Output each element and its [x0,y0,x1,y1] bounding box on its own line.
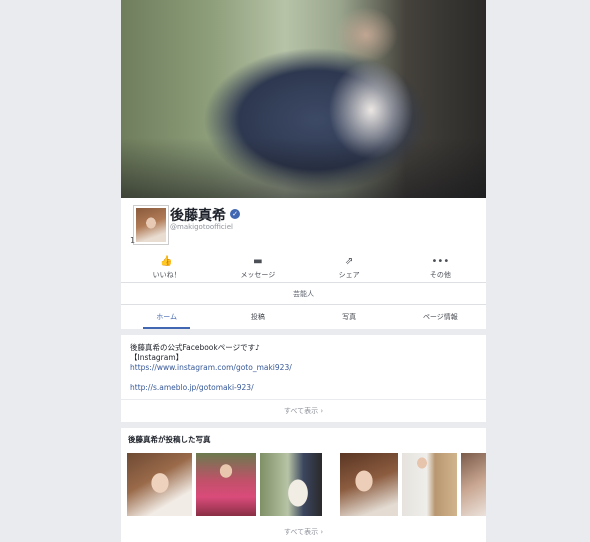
page-name[interactable]: 後藤真希 [170,208,226,224]
message-button[interactable]: ▬ メッセージ [212,254,303,282]
tab-home[interactable]: ホーム [121,305,212,329]
page-category[interactable]: 芸能人 [121,282,486,305]
about-see-all-button[interactable]: すべて表示 › [121,399,486,422]
photo-thumbnail[interactable] [461,453,486,516]
message-icon: ▬ [253,256,263,267]
verified-badge-icon: ✓ [230,209,240,219]
profile-avatar-mark: 1 [130,236,136,245]
about-instagram-heading: 【Instagram】 [130,353,184,362]
profile-header: 1 後藤真希 ✓ @makigotoofficiel 👍 いいね！ ▬ メッセージ… [121,198,486,282]
tab-posts[interactable]: 投稿 [212,305,303,329]
photo-thumbnail[interactable] [196,453,256,516]
ameblo-link[interactable]: http://s.ameblo.jp/gotomaki-923/ [130,383,292,393]
more-button[interactable]: ••• その他 [395,254,486,282]
like-button[interactable]: 👍 いいね！ [121,254,212,282]
page-handle: @makigotoofficiel [170,223,233,231]
page-tabs: ホーム 投稿 写真 ページ情報 [121,305,486,329]
like-icon: 👍 [160,256,173,267]
about-description: 後藤真希の公式Facebookページです♪ [130,343,260,352]
photo-thumbnail[interactable] [127,453,192,516]
tab-about[interactable]: ページ情報 [395,305,486,329]
instagram-link[interactable]: https://www.instagram.com/goto_maki923/ [130,363,292,373]
about-card: 後藤真希の公式Facebookページです♪ 【Instagram】 https:… [121,335,486,422]
tab-photos[interactable]: 写真 [304,305,395,329]
action-bar: 👍 いいね！ ▬ メッセージ ⇗ シェア ••• その他 [121,254,486,282]
share-icon: ⇗ [344,256,354,267]
photos-card: 後藤真希が投稿した写真 すべて表示 › [121,428,486,542]
like-label: いいね！ [152,271,181,279]
share-label: シェア [338,271,360,279]
photo-thumbnail[interactable] [340,453,398,516]
share-button[interactable]: ⇗ シェア [304,254,395,282]
photo-thumbnail[interactable] [260,453,322,516]
more-icon: ••• [431,256,450,267]
about-spacer [130,373,292,383]
photos-see-all-button[interactable]: すべて表示 › [121,522,486,542]
cover-photo[interactable] [121,0,486,198]
profile-avatar[interactable] [134,206,168,244]
page-title[interactable]: 後藤真希 ✓ [170,205,240,225]
more-label: その他 [429,271,451,279]
message-label: メッセージ [240,271,276,279]
photo-thumbnail[interactable] [402,453,457,516]
photos-heading[interactable]: 後藤真希が投稿した写真 [128,434,211,445]
photo-strip [127,453,486,516]
